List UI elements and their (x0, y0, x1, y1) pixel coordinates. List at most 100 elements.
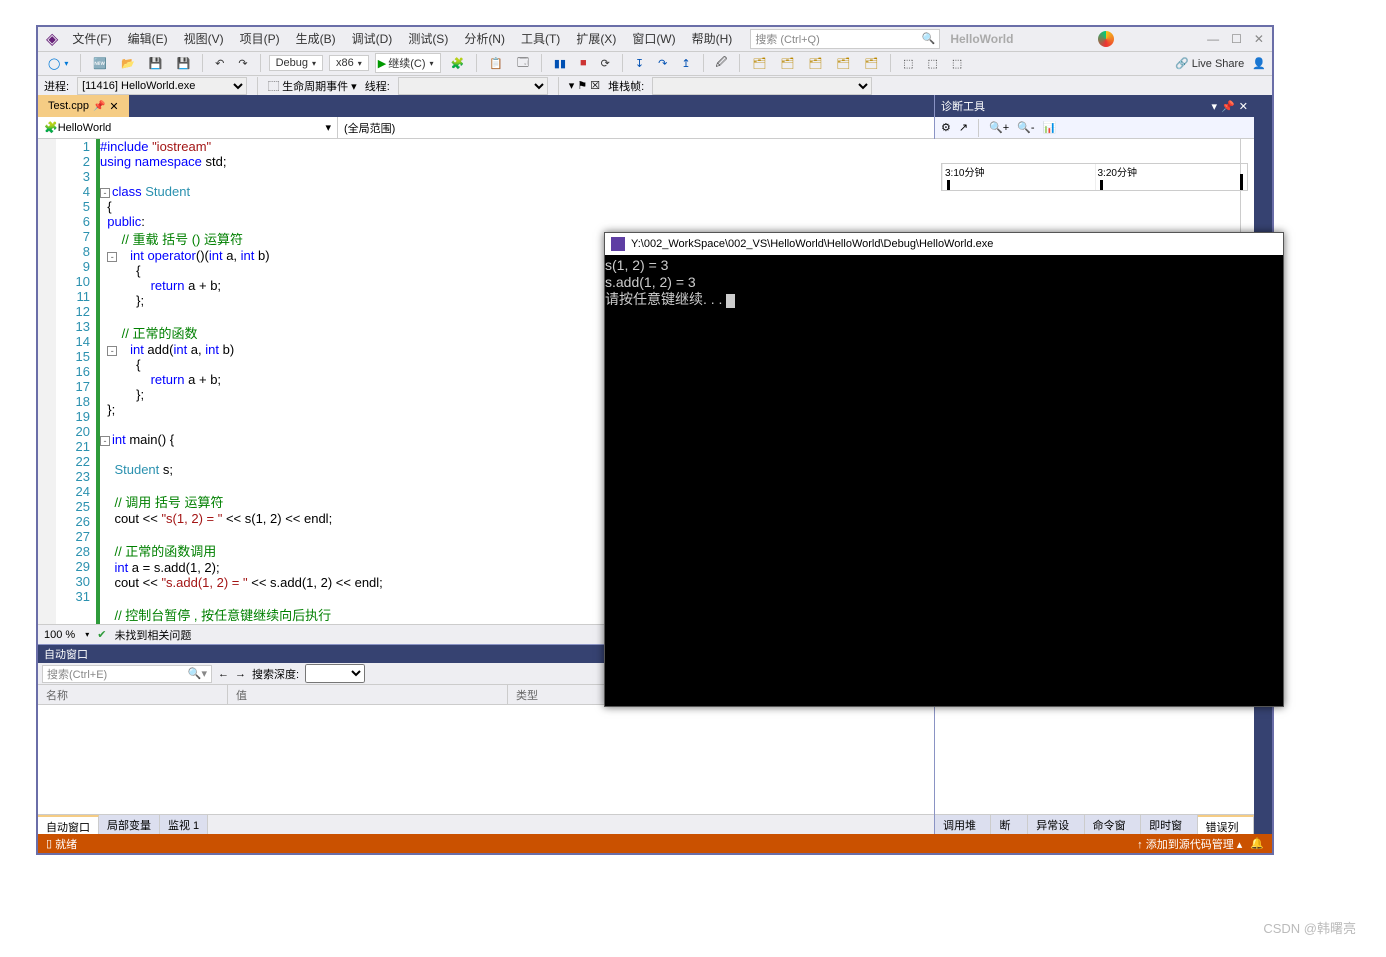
redo-button[interactable]: ↷ (234, 55, 251, 72)
nav-file[interactable]: (全局范围) (344, 120, 395, 136)
menu-debug[interactable]: 调试(D) (346, 28, 399, 49)
save-button[interactable]: 💾 (145, 55, 167, 72)
console-window[interactable]: Y:\002_WorkSpace\002_VS\HelloWorld\Hello… (604, 232, 1284, 707)
menu-test[interactable]: 测试(S) (402, 28, 454, 49)
thread-label: 线程: (365, 78, 390, 94)
tab-test-cpp[interactable]: Test.cpp 📌 ✕ (38, 95, 129, 117)
gear-icon[interactable]: ⚙ (941, 121, 951, 134)
quicklaunch-search[interactable]: 搜索 (Ctrl+Q)🔍 (750, 29, 940, 49)
watermark: CSDN @韩曙亮 (1263, 918, 1356, 937)
process-combo[interactable]: [11416] HelloWorld.exe (77, 77, 247, 95)
maximize-button[interactable]: ☐ (1231, 32, 1242, 46)
undo-button[interactable]: ↶ (211, 55, 228, 72)
pin-icon[interactable]: 📌 (1221, 100, 1235, 113)
dropdown-icon[interactable]: ▾ (1212, 100, 1218, 113)
step-over-button[interactable]: ↷ (654, 55, 671, 72)
menu-analyze[interactable]: 分析(N) (458, 28, 511, 49)
menu-help[interactable]: 帮助(H) (686, 28, 739, 49)
menu-window[interactable]: 窗口(W) (626, 28, 681, 49)
tool-icon[interactable]: 🗂 (776, 55, 798, 72)
tab-command[interactable]: 命令窗口 (1085, 815, 1141, 834)
solution-icon: 🧩 (44, 121, 58, 134)
menu-edit[interactable]: 编辑(E) (122, 28, 174, 49)
feedback-icon[interactable]: 👤 (1252, 57, 1266, 70)
cmd-icon (611, 237, 625, 251)
nav-scope[interactable]: HelloWorld (58, 122, 112, 134)
tab-watch1[interactable]: 监视 1 (160, 815, 208, 834)
minimize-button[interactable]: — (1207, 32, 1219, 46)
menu-file[interactable]: 文件(F) (66, 28, 117, 49)
tool-icon[interactable]: ▾ ⚑ ☒ (569, 79, 600, 92)
close-icon[interactable]: ✕ (1239, 100, 1248, 113)
account-icon[interactable] (1098, 31, 1114, 47)
tool-icon[interactable]: 🖉 (712, 52, 732, 75)
tab-locals[interactable]: 局部变量 (99, 815, 160, 834)
menu-build[interactable]: 生成(B) (290, 28, 342, 49)
tab-exceptions[interactable]: 异常设置 (1028, 815, 1084, 834)
thread-combo[interactable] (398, 77, 548, 95)
tool-icon[interactable]: ⬚ (899, 55, 917, 72)
tool-icon[interactable]: ⬚ (924, 55, 942, 72)
saveall-button[interactable]: 💾 (172, 55, 194, 72)
tool-icon[interactable]: 📋 (485, 55, 507, 72)
tab-callstack[interactable]: 调用堆栈 (935, 815, 991, 834)
depth-combo[interactable] (305, 664, 365, 683)
tool-icon[interactable]: 🗂 (748, 55, 770, 72)
autos-title: 自动窗口 (44, 646, 88, 662)
menu-tools[interactable]: 工具(T) (515, 28, 566, 49)
tool-icon[interactable]: 🧩 (447, 55, 469, 72)
lifecycle-icon[interactable]: ⬚ 生命周期事件 ▾ (268, 78, 357, 94)
stack-label: 堆栈帧: (608, 78, 644, 94)
platform-combo[interactable]: x86▾ (329, 55, 369, 71)
tool-icon[interactable]: 🗔 (513, 52, 533, 75)
open-button[interactable]: 📂 (117, 55, 139, 72)
menubar: ◈ 文件(F) 编辑(E) 视图(V) 项目(P) 生成(B) 调试(D) 测试… (38, 27, 1272, 51)
export-icon[interactable]: ↗ (959, 121, 968, 134)
tab-immediate[interactable]: 即时窗口 (1141, 815, 1197, 834)
diag-timeline[interactable]: 3:10分钟 3:20分钟 (941, 163, 1248, 191)
col-value[interactable]: 值 (228, 685, 508, 704)
nav-back-icon[interactable]: ← (218, 668, 229, 680)
zoomin-icon[interactable]: 🔍+ (989, 121, 1009, 134)
restart-button[interactable]: ⟳ (597, 55, 614, 72)
process-label: 进程: (44, 78, 69, 94)
autos-search[interactable]: 搜索(Ctrl+E)🔍▾ (42, 665, 212, 683)
step-out-button[interactable]: ↥ (677, 55, 694, 72)
config-combo[interactable]: Debug▾ (269, 55, 323, 71)
step-into-button[interactable]: ↧ (631, 55, 648, 72)
pause-button[interactable]: ▮▮ (550, 55, 570, 72)
nav-fwd-icon[interactable]: → (235, 668, 246, 680)
pin-icon[interactable]: 📌 (93, 101, 105, 112)
back-button[interactable]: ◯▾ (44, 55, 72, 72)
debug-toolbar: 进程: [11416] HelloWorld.exe ⬚ 生命周期事件 ▾ 线程… (38, 75, 1272, 96)
close-button[interactable]: ✕ (1254, 32, 1264, 46)
tool-icon[interactable]: 🗂 (860, 55, 882, 72)
tool-icon[interactable]: ⬚ (948, 55, 966, 72)
menu-view[interactable]: 视图(V) (178, 28, 230, 49)
close-icon[interactable]: ✕ (109, 100, 118, 113)
autos-body[interactable] (38, 705, 934, 814)
stack-combo[interactable] (652, 77, 872, 95)
source-control-button[interactable]: ↑ 添加到源代码管理 ▴ (1137, 836, 1242, 852)
live-share-button[interactable]: 🔗 Live Share (1175, 57, 1244, 70)
menu-ext[interactable]: 扩展(X) (570, 28, 622, 49)
tab-breakpoints[interactable]: 断点 (991, 815, 1028, 834)
status-ok-icon: ✔ (97, 628, 106, 641)
solution-title: HelloWorld (950, 32, 1013, 46)
continue-button[interactable]: ▶ 继续(C)▾ (375, 53, 441, 73)
notifications-icon[interactable]: 🔔 (1250, 837, 1264, 850)
tool-icon[interactable]: 🗂 (832, 55, 854, 72)
console-title: Y:\002_WorkSpace\002_VS\HelloWorld\Hello… (631, 238, 993, 250)
chart-icon[interactable]: 📊 (1043, 121, 1057, 134)
zoom-level[interactable]: 100 % (44, 629, 75, 641)
tab-errorlist[interactable]: 错误列表 (1198, 815, 1254, 834)
col-name[interactable]: 名称 (38, 685, 228, 704)
tab-autos[interactable]: 自动窗口 (38, 815, 99, 834)
new-project-button[interactable]: 🆕 (89, 55, 111, 72)
tool-icon[interactable]: 🗂 (804, 55, 826, 72)
stop-button[interactable]: ■ (576, 55, 591, 71)
vs-logo-icon: ◈ (46, 29, 58, 49)
issues-status: 未找到相关问题 (114, 627, 191, 643)
menu-project[interactable]: 项目(P) (234, 28, 286, 49)
zoomout-icon[interactable]: 🔍- (1017, 121, 1034, 134)
